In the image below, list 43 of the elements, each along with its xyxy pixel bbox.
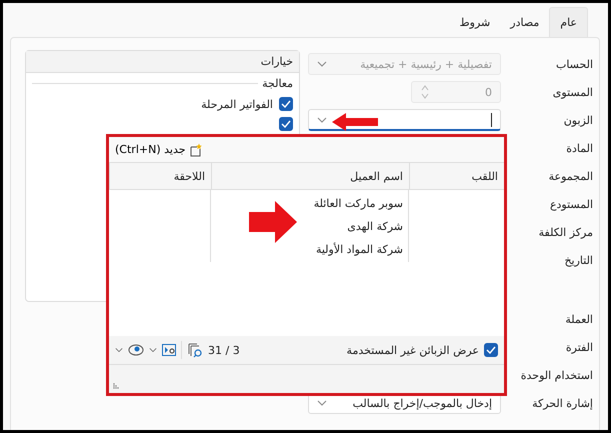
field-label: الفترة xyxy=(564,340,593,354)
resize-grip-icon[interactable] xyxy=(113,383,119,389)
checkbox[interactable] xyxy=(484,343,498,357)
field-label: المستودع xyxy=(548,198,593,210)
new-button[interactable]: جديد (Ctrl+N) xyxy=(109,142,209,156)
text-cursor-icon[interactable] xyxy=(162,344,176,356)
chevron-down-icon xyxy=(317,116,327,122)
customer-combo-field[interactable] xyxy=(308,109,501,131)
column-header[interactable]: اسم العميل xyxy=(211,163,409,189)
pointer-arrow xyxy=(249,201,297,243)
tab[interactable]: مصادر xyxy=(500,7,550,37)
field-label: التاريخ xyxy=(563,254,593,266)
field-label: المادة xyxy=(565,142,593,154)
checkbox-label: عرض الزبائن غير المستخدمة xyxy=(346,344,479,356)
field-label: استخدام الوحدة xyxy=(520,368,593,382)
chevron-down-icon xyxy=(317,61,327,67)
chevron-down-icon[interactable] xyxy=(115,347,123,353)
tab[interactable]: عام xyxy=(549,7,588,37)
checkbox[interactable] xyxy=(279,97,293,111)
field-label: إشارة الحركة xyxy=(531,396,593,410)
options-title: خيارات xyxy=(26,51,299,73)
column-header[interactable]: اللقب xyxy=(409,163,504,189)
field-label: المجموعة xyxy=(548,170,593,182)
field-label: العملة xyxy=(564,312,593,326)
tab[interactable]: شروط xyxy=(449,7,500,37)
pointer-arrow xyxy=(332,113,378,131)
customer-name-cell[interactable]: سوبر ماركت العائلة xyxy=(211,192,409,215)
new-document-icon xyxy=(188,142,203,156)
field-label: مركز الكلفة xyxy=(538,226,593,238)
chevron-down-icon[interactable] xyxy=(149,347,157,353)
checkbox-label: الفواتير المرحلة xyxy=(201,98,273,110)
customer-name-cell[interactable]: شركة الهدى xyxy=(211,215,409,238)
group-label: معالجة xyxy=(262,77,293,90)
checkbox[interactable] xyxy=(279,117,293,131)
record-count: 31 / 3 xyxy=(208,344,240,356)
field-label: الزبون xyxy=(562,114,593,126)
field-label: المستوى xyxy=(552,86,593,98)
chevron-down-icon xyxy=(317,400,327,406)
field-label: الحساب xyxy=(554,58,593,70)
eye-search-icon[interactable] xyxy=(128,344,144,356)
customer-name-cell[interactable]: شركة المواد الأولية xyxy=(211,238,409,261)
search-icon[interactable] xyxy=(187,342,203,358)
column-header[interactable]: اللاحقة xyxy=(109,163,211,189)
